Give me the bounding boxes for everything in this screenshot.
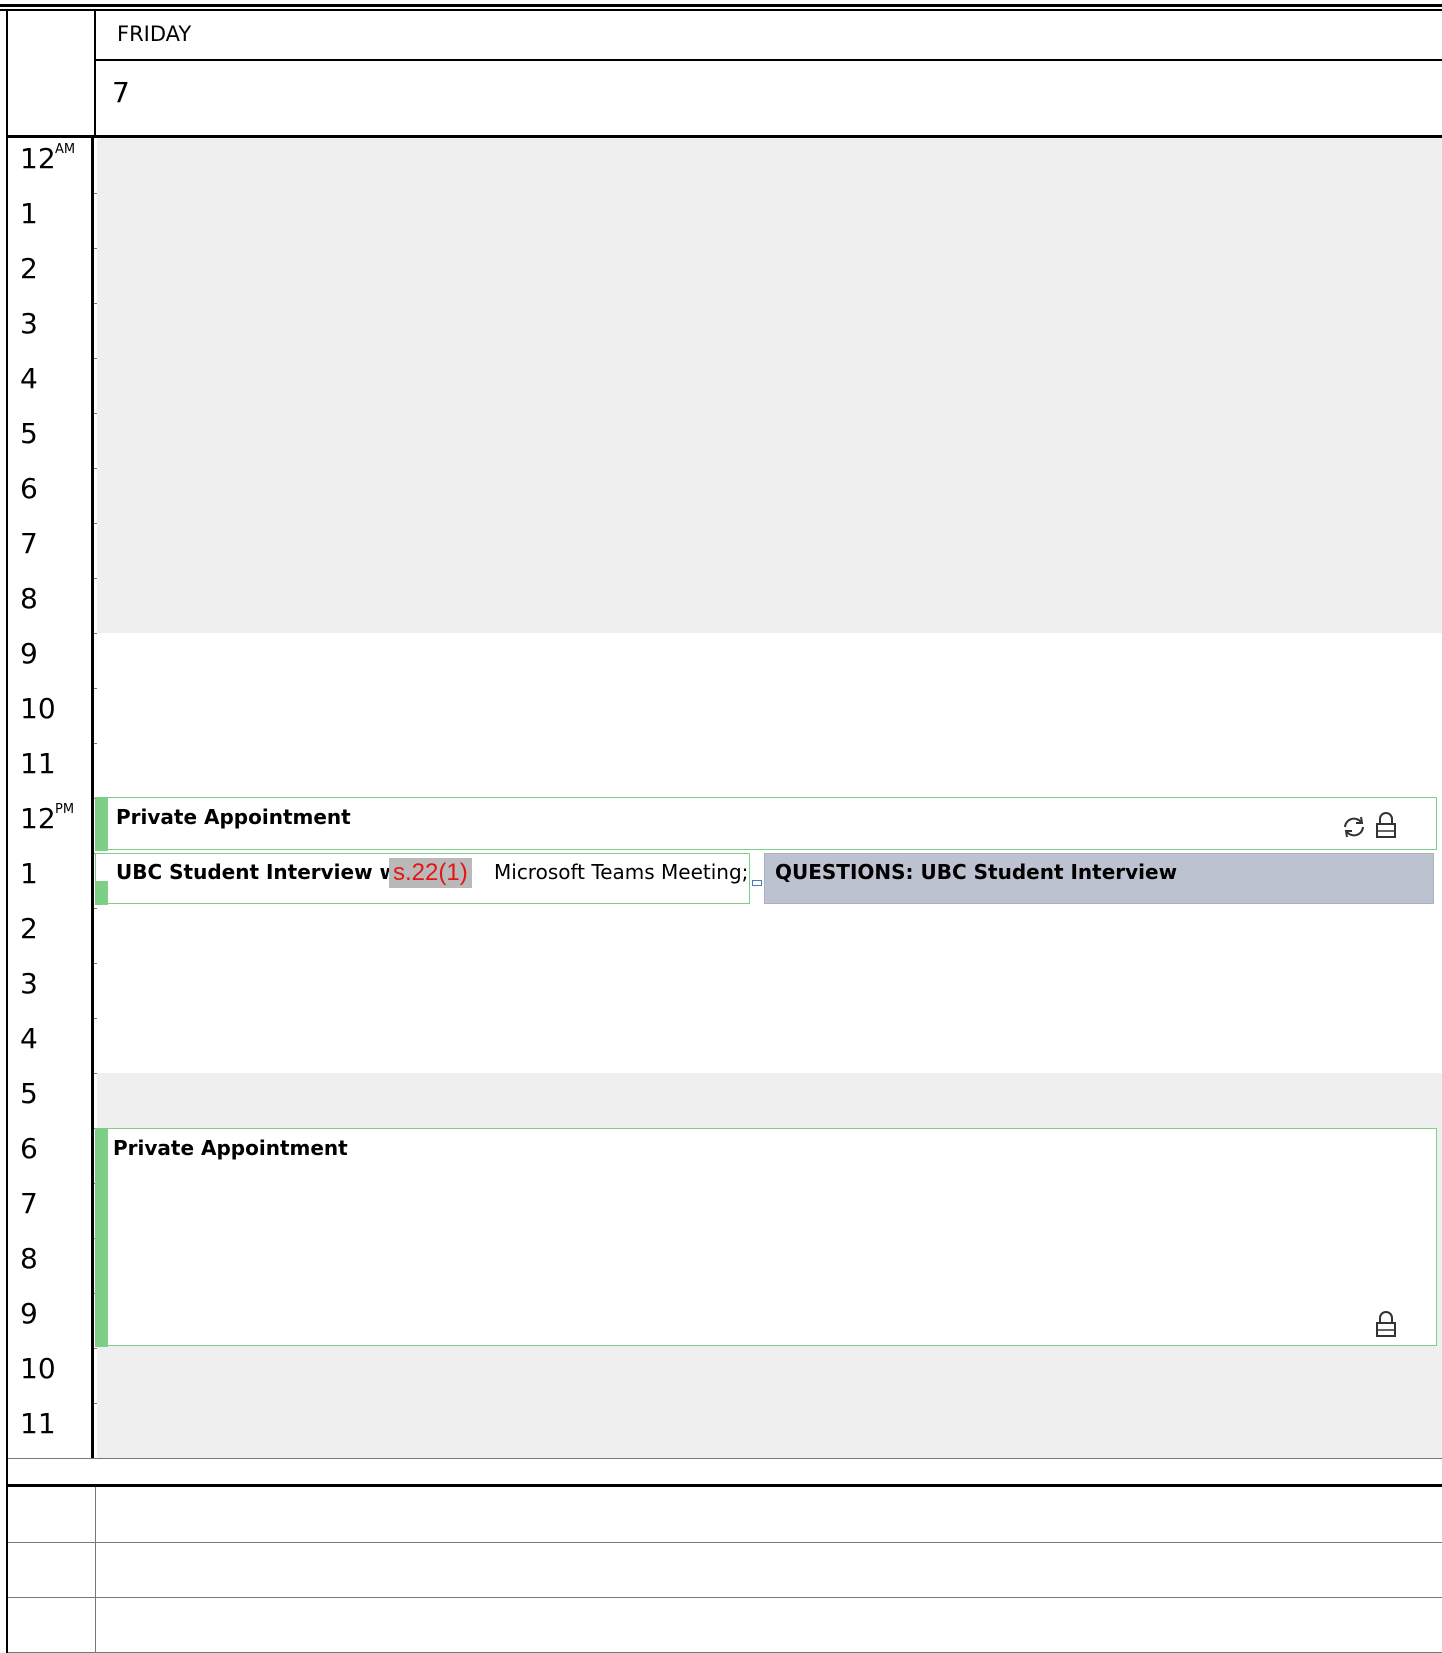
day-name: FRIDAY (117, 22, 192, 46)
time-slot[interactable] (97, 303, 1442, 358)
event-color-bar (94, 880, 108, 905)
time-slot[interactable] (97, 963, 1442, 1018)
time-slot[interactable] (97, 248, 1442, 303)
hour-label: 2 (8, 248, 94, 303)
recurring-icon (1344, 816, 1364, 838)
event-questions-ubc-student-interview[interactable]: QUESTIONS: UBC Student Interview (764, 853, 1434, 904)
lock-icon (1376, 1311, 1396, 1337)
time-slot[interactable] (97, 1403, 1442, 1458)
hour-row[interactable]: 12 AM (8, 138, 1442, 194)
header-divider (94, 59, 1442, 61)
time-slot[interactable] (97, 908, 1442, 963)
hour-label: 2 (8, 908, 94, 963)
time-slot[interactable] (97, 1348, 1442, 1403)
hour-label: 4 (8, 358, 94, 413)
hour-row[interactable]: 2 (8, 248, 1442, 304)
hour-row[interactable]: 8 (8, 578, 1442, 634)
event-title: Private Appointment (113, 1136, 348, 1160)
lock-icon (1376, 812, 1396, 838)
time-slot[interactable] (97, 468, 1442, 523)
hour-label: 3 (8, 303, 94, 358)
day-number: 7 (112, 76, 130, 109)
hour-label: 9 (8, 1293, 94, 1348)
hour-label: 7 (8, 523, 94, 578)
hour-row[interactable]: 1 (8, 193, 1442, 249)
hour-row[interactable]: 3 (8, 303, 1442, 359)
event-overlap-handle[interactable] (752, 880, 762, 886)
hour-label: 5 (8, 413, 94, 468)
hour-label: 6 (8, 468, 94, 523)
hour-row[interactable]: 11 (8, 1403, 1442, 1459)
footer-row (8, 1542, 1442, 1598)
hour-label: 4 (8, 1018, 94, 1073)
hour-row[interactable]: 3 (8, 963, 1442, 1019)
window-top-border (0, 0, 1442, 11)
hour-label: 10 (8, 1348, 94, 1403)
hour-row[interactable]: 10 (8, 688, 1442, 744)
hour-label: 11 (8, 1403, 94, 1458)
time-slot[interactable] (97, 633, 1442, 688)
hour-label: 9 (8, 633, 94, 688)
hour-label: 8 (8, 578, 94, 633)
event-title: QUESTIONS: UBC Student Interview (775, 860, 1178, 884)
hour-label: 11 (8, 743, 94, 798)
event-title: UBC Student Interview with (116, 860, 429, 884)
hour-row[interactable]: 5 (8, 1073, 1442, 1129)
hour-row[interactable]: 10 (8, 1348, 1442, 1404)
hour-label: 12 PM (8, 798, 94, 853)
time-slot[interactable] (97, 1073, 1442, 1128)
footer-row (8, 1597, 1442, 1653)
event-title: Private Appointment (116, 805, 351, 829)
event-private-appointment-evening[interactable]: Private Appointment (94, 1127, 1437, 1347)
time-slot[interactable] (97, 1018, 1442, 1073)
event-color-bar (94, 1127, 108, 1347)
header-time-column-divider (94, 9, 96, 137)
event-private-appointment-noon[interactable]: Private Appointment (94, 796, 1437, 851)
hour-label: 10 (8, 688, 94, 743)
event-color-bar (94, 796, 108, 851)
time-slot[interactable] (97, 523, 1442, 578)
hour-label: 1 (8, 853, 94, 908)
event-location: Microsoft Teams Meeting; (494, 860, 749, 884)
hour-label: 5 (8, 1073, 94, 1128)
time-slot[interactable] (97, 358, 1442, 413)
hour-label: 3 (8, 963, 94, 1018)
hour-row[interactable]: 9 (8, 633, 1442, 689)
redaction-label: s.22(1) (389, 858, 472, 888)
hour-row[interactable]: 4 (8, 358, 1442, 414)
hour-label: 1 (8, 193, 94, 248)
hour-row[interactable]: 11 (8, 743, 1442, 799)
hour-label: 7 (8, 1183, 94, 1238)
hour-row[interactable]: 5 (8, 413, 1442, 469)
footer-row (8, 1487, 1442, 1543)
time-slot[interactable] (97, 578, 1442, 633)
hour-label: 8 (8, 1238, 94, 1293)
time-slot[interactable] (97, 413, 1442, 468)
time-slot[interactable] (97, 193, 1442, 248)
event-ubc-student-interview[interactable]: UBC Student Interview with s.22(1) Micro… (94, 853, 750, 905)
hour-row[interactable]: 6 (8, 468, 1442, 524)
hour-row[interactable]: 4 (8, 1018, 1442, 1074)
time-slot[interactable] (97, 688, 1442, 743)
time-slot[interactable] (97, 743, 1442, 798)
hour-label: 12 AM (8, 138, 94, 193)
hour-row[interactable]: 7 (8, 523, 1442, 579)
time-slot[interactable] (97, 138, 1442, 193)
hour-row[interactable]: 2 (8, 908, 1442, 964)
hour-label: 6 (8, 1128, 94, 1183)
